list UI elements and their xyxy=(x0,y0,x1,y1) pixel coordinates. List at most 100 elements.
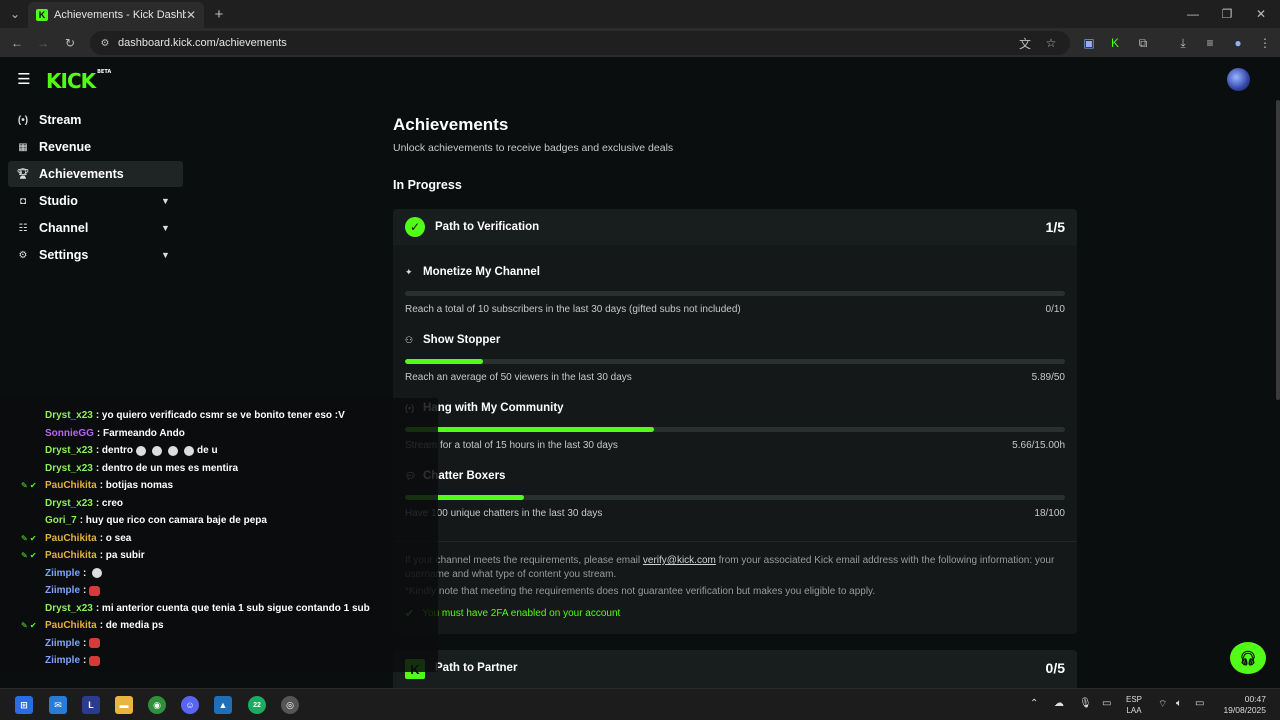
verify-email-link[interactable]: verify@kick.com xyxy=(643,555,716,566)
chat-text: : mi anterior cuenta que tenia 1 sub sig… xyxy=(95,602,370,614)
verification-note: *Kindly note that meeting the requiremen… xyxy=(405,586,876,597)
chat-username[interactable]: Ziimple xyxy=(45,638,80,649)
sidebar-item-studio[interactable]: ◘ Studio ▼ xyxy=(8,188,183,214)
address-bar[interactable]: ⚙ dashboard.kick.com/achievements 文 ☆ xyxy=(90,31,1070,55)
chat-username[interactable]: PauChikita xyxy=(45,620,97,631)
language-indicator[interactable]: ESP LAA xyxy=(1126,694,1142,716)
profile-icon[interactable]: ● xyxy=(1229,34,1247,52)
windows-start-icon[interactable]: ⊞ xyxy=(15,696,33,714)
site-info-icon[interactable]: ⚙ xyxy=(96,34,114,52)
chat-message: ✎ ✔ PauChikita: botijas nomas xyxy=(21,480,173,491)
discord-icon[interactable]: ☺ xyxy=(181,696,199,714)
chat-username[interactable]: Dryst_x23 xyxy=(45,498,93,509)
file-explorer-icon[interactable]: ▬ xyxy=(115,696,133,714)
lang-layout: LAA xyxy=(1126,706,1142,715)
card-progress-count: 1/5 xyxy=(1045,219,1065,235)
kick-extension-icon[interactable]: K xyxy=(1106,34,1124,52)
tray-overflow-icon[interactable]: ⌃ xyxy=(1030,698,1038,709)
kick-logo[interactable]: KICK BETA xyxy=(46,69,111,93)
browser-menu-icon[interactable]: ⋮ xyxy=(1256,34,1274,52)
volume-icon[interactable]: 🔈︎ xyxy=(1176,698,1182,709)
obs-icon[interactable]: ◎ xyxy=(281,696,299,714)
microphone-icon[interactable]: 🎙︎ xyxy=(1079,698,1092,709)
user-avatar[interactable] xyxy=(1227,68,1250,91)
back-icon[interactable]: ← xyxy=(8,34,26,52)
chat-text: : dentro de un mes es mentira xyxy=(95,462,239,474)
bookmark-star-icon[interactable]: ☆ xyxy=(1042,34,1060,52)
chat-text: : xyxy=(83,655,87,666)
app-l-icon[interactable]: L xyxy=(82,696,100,714)
new-tab-icon[interactable]: + xyxy=(210,5,228,23)
emote-icon xyxy=(168,445,179,456)
section-heading-in-progress: In Progress xyxy=(393,178,462,192)
sparkle-icon: ✦ xyxy=(405,266,413,277)
maximize-icon[interactable]: ❐ xyxy=(1218,5,1236,23)
chevron-down-icon[interactable]: ▼ xyxy=(161,250,177,260)
clock-date: 19/08/2025 xyxy=(1223,705,1266,715)
sidebar-item-stream[interactable]: (•) Stream xyxy=(8,107,183,133)
chat-message: SonnieGG: Farmeando Ando xyxy=(45,428,185,439)
chat-username[interactable]: Dryst_x23 xyxy=(45,463,93,474)
sidebar-item-label: Channel xyxy=(39,221,89,235)
photos-icon[interactable]: ▲ xyxy=(214,696,232,714)
reload-icon[interactable]: ↻ xyxy=(61,34,79,52)
page-scrollbar[interactable] xyxy=(1276,100,1280,400)
chat-text: : creo xyxy=(95,497,124,509)
close-window-icon[interactable]: ✕ xyxy=(1252,5,1270,23)
chat-username[interactable]: PauChikita xyxy=(45,550,97,561)
sidebar-item-revenue[interactable]: ▦ Revenue xyxy=(8,134,183,160)
chat-text: : xyxy=(83,567,87,579)
whatsapp-icon[interactable]: 22 xyxy=(248,696,266,714)
progress-fill xyxy=(405,427,654,432)
chat-message: Dryst_x23: dentro de un mes es mentira xyxy=(45,463,238,474)
media-controls-icon[interactable]: ≡ xyxy=(1201,34,1219,52)
studio-icon: ◘ xyxy=(19,195,27,207)
forward-icon: → xyxy=(37,36,49,50)
card-header[interactable]: ✓ Path to Verification 1/5 xyxy=(393,209,1077,245)
path-to-partner-card[interactable]: K Path to Partner 0/5 xyxy=(393,650,1077,688)
chat-username[interactable]: PauChikita xyxy=(45,480,97,491)
chat-text: : Farmeando Ando xyxy=(96,427,185,439)
chat-username[interactable]: Ziimple xyxy=(45,585,80,596)
chat-username[interactable]: Ziimple xyxy=(45,655,80,666)
achievement-title-text: Hang with My Community xyxy=(423,402,564,414)
mail-icon[interactable]: ✉ xyxy=(49,696,67,714)
cloud-icon[interactable]: ☁ xyxy=(1054,698,1064,709)
chat-username[interactable]: Dryst_x23 xyxy=(45,603,93,614)
chat-text: : xyxy=(83,585,87,596)
taskbar-clock[interactable]: 00:47 19/08/2025 xyxy=(1214,694,1266,716)
chat-username[interactable]: Dryst_x23 xyxy=(45,410,93,421)
kick-favicon-icon: K xyxy=(36,9,48,21)
chat-username[interactable]: SonnieGG xyxy=(45,428,94,439)
chat-message: ✎ ✔ PauChikita: de media ps xyxy=(21,620,164,631)
chat-text: : o sea xyxy=(99,532,132,544)
battery-icon[interactable]: ▭ xyxy=(1195,698,1204,709)
chat-message: Dryst_x23: creo xyxy=(45,498,123,509)
minimize-icon[interactable]: — xyxy=(1184,5,1202,23)
sidebar-item-achievements[interactable]: 🏆︎ Achievements xyxy=(8,161,183,187)
extension-icon[interactable]: ▣ xyxy=(1080,34,1098,52)
chevron-down-icon[interactable]: ▼ xyxy=(161,196,177,206)
tab-search-icon[interactable]: ⌄ xyxy=(6,5,24,23)
download-icon[interactable]: ⤓ xyxy=(1174,34,1192,52)
browser-tab[interactable]: K Achievements - Kick Dashboard ✕ xyxy=(28,2,204,28)
chat-message: ✎ ✔ PauChikita: o sea xyxy=(21,532,132,544)
translate-icon[interactable]: 文 xyxy=(1016,34,1034,52)
chat-username[interactable]: PauChikita xyxy=(45,533,97,544)
chat-username[interactable]: Dryst_x23 xyxy=(45,445,93,456)
extensions-puzzle-icon[interactable]: ⧉ xyxy=(1134,34,1152,52)
chat-message: Dryst_x23: yo quiero verificado csmr se … xyxy=(45,410,345,421)
chrome-icon[interactable]: ◉ xyxy=(148,696,166,714)
user-badges-icon: ✎ ✔ xyxy=(21,481,37,490)
sidebar-item-settings[interactable]: ⚙ Settings ▼ xyxy=(8,242,183,268)
hamburger-menu-icon[interactable]: ☰ xyxy=(15,70,33,88)
chat-username[interactable]: Gori_7 xyxy=(45,515,77,526)
network-adapter-icon[interactable]: ▭ xyxy=(1102,698,1111,709)
close-tab-icon[interactable]: ✕ xyxy=(186,8,196,22)
wifi-icon[interactable]: ⌔ xyxy=(1158,698,1167,711)
support-chat-icon[interactable]: 🎧︎ xyxy=(1230,642,1266,674)
chevron-down-icon[interactable]: ▼ xyxy=(161,223,177,233)
chat-text: : dentro xyxy=(95,445,134,456)
sidebar-item-channel[interactable]: ☷ Channel ▼ xyxy=(8,215,183,241)
chat-username[interactable]: Ziimple xyxy=(45,568,80,579)
